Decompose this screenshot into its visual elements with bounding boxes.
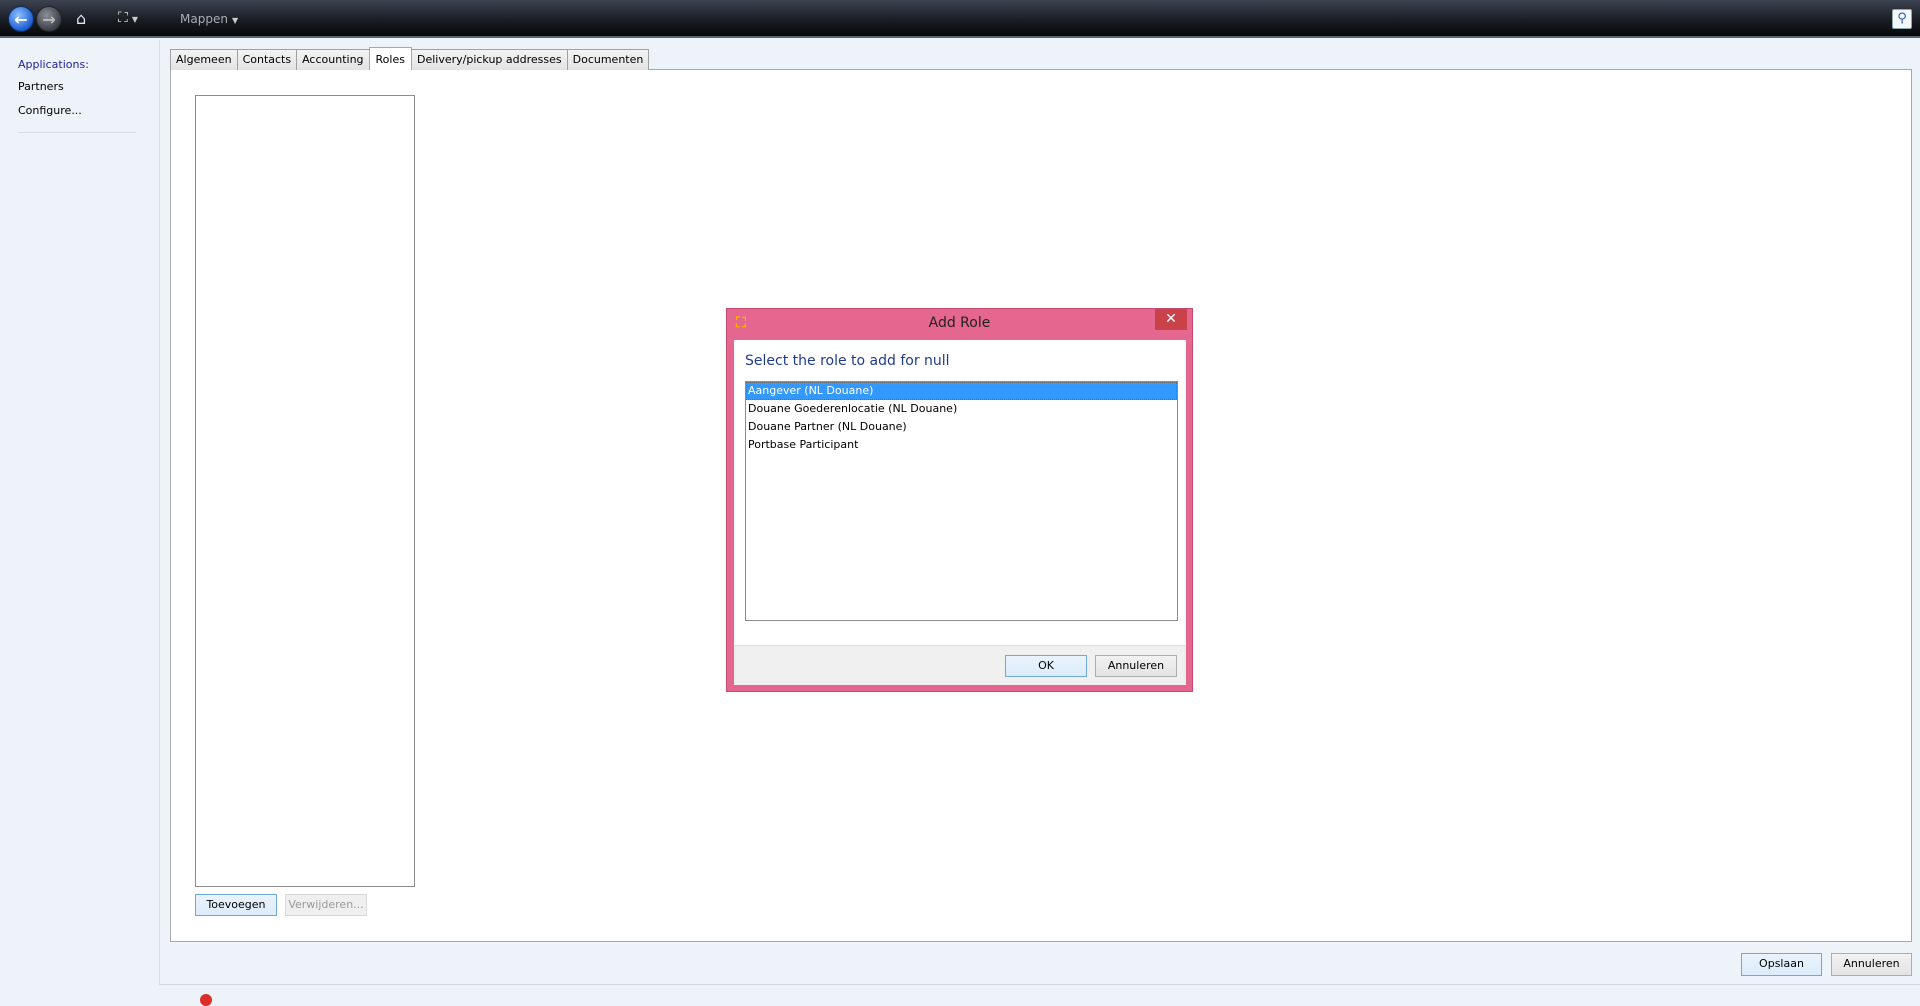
save-button[interactable]: Opslaan bbox=[1741, 953, 1822, 976]
tab-roles[interactable]: Roles bbox=[368, 47, 412, 70]
dialog-body: Select the role to add for null Aangever… bbox=[734, 340, 1186, 645]
add-role-button[interactable]: Toevoegen bbox=[195, 894, 277, 916]
dialog-title: Add Role bbox=[928, 315, 991, 331]
sidebar: Applications: Partners Configure... bbox=[0, 40, 160, 985]
sidebar-divider bbox=[18, 132, 136, 133]
remove-role-button[interactable]: Verwijderen... bbox=[285, 894, 367, 916]
sidebar-heading-applications[interactable]: Applications: bbox=[18, 58, 89, 71]
close-button[interactable]: ✕ bbox=[1155, 309, 1187, 330]
chevron-down-icon: ▼ bbox=[131, 15, 138, 24]
role-option[interactable]: Douane Partner (NL Douane) bbox=[746, 418, 1177, 436]
cancel-button[interactable]: Annuleren bbox=[1831, 953, 1912, 976]
role-option[interactable]: Portbase Participant bbox=[746, 436, 1177, 454]
tab-contacts[interactable]: Contacts bbox=[236, 49, 298, 70]
close-icon: ✕ bbox=[1165, 311, 1177, 327]
expand-icon: ⛶ bbox=[118, 10, 128, 26]
add-role-dialog: ⛶ Add Role ✕ Select the role to add for … bbox=[726, 308, 1193, 692]
tab-documenten[interactable]: Documenten bbox=[566, 49, 650, 70]
folders-menu[interactable]: Mappen ▼ bbox=[180, 12, 238, 26]
chevron-down-icon: ▼ bbox=[231, 16, 239, 25]
roles-list[interactable] bbox=[195, 95, 415, 887]
view-menu-button[interactable]: ⛶ ▼ bbox=[118, 10, 138, 26]
home-icon[interactable]: ⌂ bbox=[76, 9, 86, 28]
role-options-list[interactable]: Aangever (NL Douane) Douane Goederenloca… bbox=[745, 381, 1178, 621]
search-icon[interactable]: ⚲ bbox=[1892, 9, 1912, 29]
status-bar-divider bbox=[160, 984, 1920, 985]
role-option[interactable]: Aangever (NL Douane) bbox=[746, 382, 1177, 400]
sidebar-item-partners[interactable]: Partners bbox=[18, 80, 64, 93]
dialog-prompt: Select the role to add for null bbox=[745, 353, 950, 369]
tab-bar: Algemeen Contacts Accounting Roles Deliv… bbox=[170, 47, 650, 70]
forward-button[interactable]: → bbox=[36, 6, 62, 32]
tab-delivery-pickup-addresses[interactable]: Delivery/pickup addresses bbox=[410, 49, 568, 70]
top-toolbar: ← → ⌂ ⛶ ▼ Mappen ▼ ⚲ bbox=[0, 0, 1920, 38]
ok-button[interactable]: OK bbox=[1005, 655, 1087, 677]
folders-label: Mappen bbox=[180, 12, 228, 26]
role-option[interactable]: Douane Goederenlocatie (NL Douane) bbox=[746, 400, 1177, 418]
sidebar-item-configure[interactable]: Configure... bbox=[18, 104, 82, 117]
back-button[interactable]: ← bbox=[8, 6, 34, 32]
tab-algemeen[interactable]: Algemeen bbox=[170, 49, 238, 70]
dialog-footer: OK Annuleren bbox=[734, 645, 1186, 685]
tab-accounting[interactable]: Accounting bbox=[296, 49, 370, 70]
arrow-right-icon: → bbox=[42, 9, 56, 29]
error-icon bbox=[200, 994, 212, 1006]
dialog-cancel-button[interactable]: Annuleren bbox=[1095, 655, 1177, 677]
arrow-left-icon: ← bbox=[14, 9, 28, 29]
